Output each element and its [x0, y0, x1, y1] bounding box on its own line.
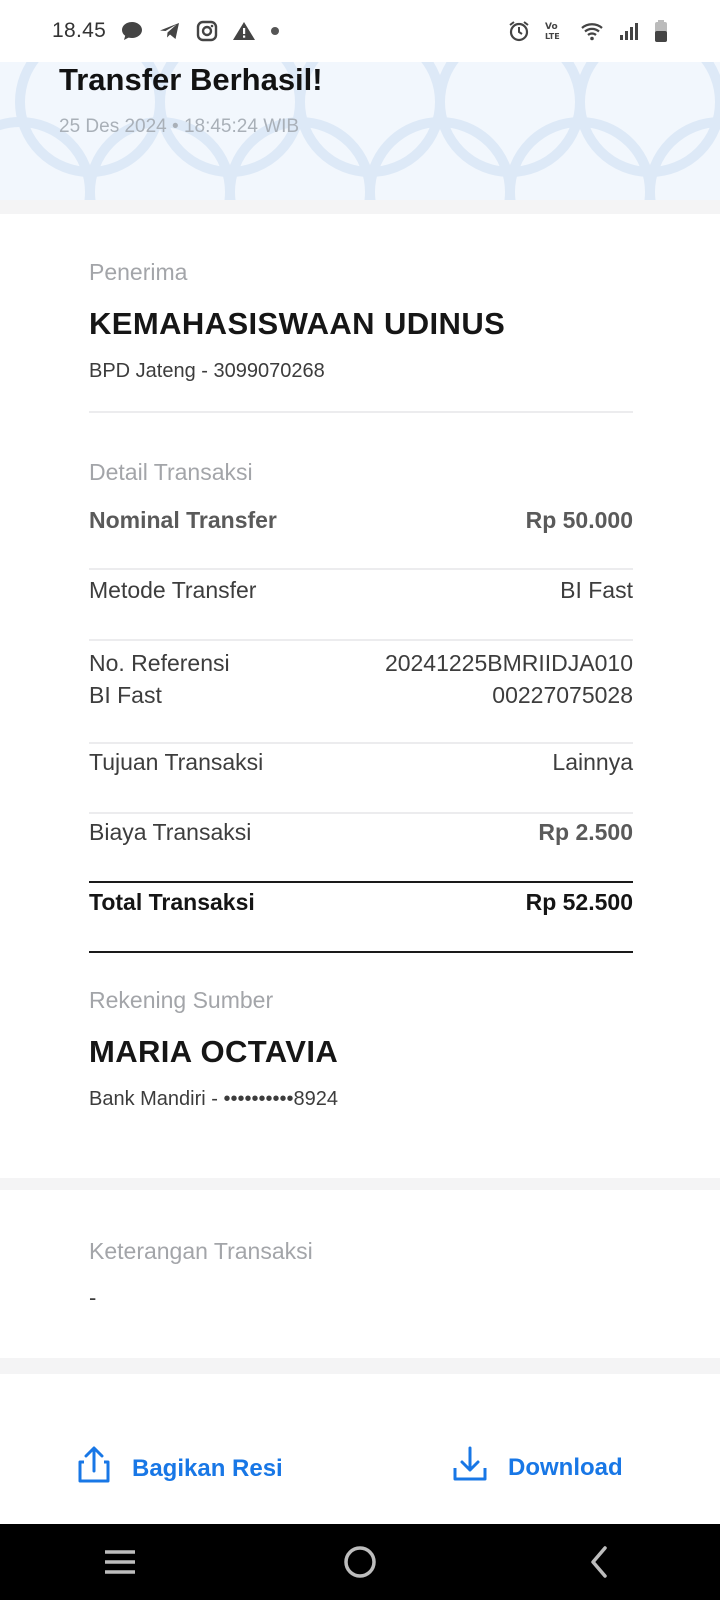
- recipient-section: Penerima KEMAHASISWAAN UDINUS BPD Jateng…: [89, 259, 633, 383]
- purpose-label: Tujuan Transaksi: [89, 749, 264, 775]
- method-value: BI Fast: [560, 577, 633, 603]
- reference-value: 20241225BMRIIDJA010 00227075028: [385, 647, 633, 711]
- divider: [89, 639, 633, 641]
- signal-icon: [618, 20, 640, 42]
- source-label: Rekening Sumber: [89, 987, 274, 1013]
- nominal-label: Nominal Transfer: [89, 507, 277, 533]
- share-icon: [76, 1446, 112, 1491]
- notes-card: Keterangan Transaksi -: [0, 1190, 720, 1358]
- volte-icon: Vo LTE: [544, 20, 566, 42]
- source-name: MARIA OCTAVIA: [89, 1034, 339, 1069]
- notes-label: Keterangan Transaksi: [89, 1238, 313, 1264]
- method-row: Metode Transfer BI Fast: [89, 577, 633, 604]
- instagram-icon: [196, 20, 218, 42]
- download-label: Download: [508, 1453, 623, 1481]
- fee-label: Biaya Transaksi: [89, 819, 252, 845]
- total-divider-bottom: [89, 951, 633, 953]
- alarm-icon: [508, 20, 530, 42]
- divider: [89, 812, 633, 814]
- divider: [89, 568, 633, 570]
- download-button[interactable]: Download: [452, 1446, 623, 1489]
- purpose-value: Lainnya: [552, 749, 633, 775]
- details-label: Detail Transaksi: [89, 459, 633, 486]
- total-label: Total Transaksi: [89, 889, 255, 915]
- details-section-label: Detail Transaksi: [89, 459, 253, 485]
- reference-label-line2: BI Fast: [89, 682, 162, 708]
- nominal-row: Nominal Transfer Rp 50.000: [89, 507, 633, 534]
- reference-label-line1: No. Referensi: [89, 650, 230, 676]
- total-divider-top: [89, 881, 633, 883]
- chat-bubble-icon: [120, 20, 144, 42]
- total-value: Rp 52.500: [525, 889, 633, 915]
- method-label: Metode Transfer: [89, 577, 257, 603]
- status-time: 18.45: [52, 19, 107, 42]
- total-row: Total Transaksi Rp 52.500: [89, 889, 633, 916]
- wifi-icon: [580, 20, 604, 42]
- download-icon: [452, 1446, 488, 1489]
- fee-row: Biaya Transaksi Rp 2.500: [89, 819, 633, 846]
- dot-icon: [270, 26, 280, 36]
- section-gap: [0, 1358, 720, 1374]
- navigation-bar: [0, 1524, 720, 1600]
- status-bar-right: Vo LTE: [508, 19, 668, 43]
- share-receipt-label: Bagikan Resi: [132, 1454, 283, 1482]
- section-gap: [0, 1178, 720, 1190]
- section-gap: [0, 200, 720, 214]
- warning-icon: [232, 20, 256, 42]
- status-bar: 18.45 Vo LTE: [0, 0, 720, 62]
- divider: [89, 742, 633, 744]
- nominal-value: Rp 50.000: [525, 507, 633, 533]
- receipt-card: Penerima KEMAHASISWAAN UDINUS BPD Jateng…: [0, 214, 720, 1178]
- recipient-account: BPD Jateng - 3099070268: [89, 360, 325, 382]
- transaction-datetime: 25 Des 2024 • 18:45:24 WIB: [59, 116, 300, 137]
- reference-row: No. Referensi BI Fast 20241225BMRIIDJA01…: [89, 647, 633, 711]
- source-account: Bank Mandiri - ••••••••••8924: [89, 1088, 339, 1110]
- svg-text:Vo: Vo: [545, 22, 558, 32]
- reference-value-line2: 00227075028: [492, 682, 633, 708]
- recipient-name: KEMAHASISWAAN UDINUS: [89, 306, 506, 341]
- purpose-row: Tujuan Transaksi Lainnya: [89, 749, 633, 776]
- source-section: Rekening Sumber MARIA OCTAVIA Bank Mandi…: [89, 987, 633, 1111]
- success-header: Transfer Berhasil! 25 Des 2024 • 18:45:2…: [0, 62, 720, 200]
- notes-value: -: [89, 1285, 97, 1310]
- reference-label: No. Referensi BI Fast: [89, 647, 230, 711]
- notes-section: Keterangan Transaksi -: [89, 1238, 633, 1311]
- page-title: Transfer Berhasil!: [59, 62, 323, 97]
- fee-value: Rp 2.500: [538, 819, 633, 845]
- battery-icon: [654, 19, 668, 43]
- svg-text:LTE: LTE: [545, 32, 560, 41]
- divider: [89, 411, 633, 413]
- telegram-icon: [158, 20, 182, 42]
- recipient-label: Penerima: [89, 259, 188, 285]
- back-icon[interactable]: [560, 1532, 640, 1592]
- status-bar-left: 18.45: [52, 19, 280, 43]
- action-bar: Bagikan Resi Download: [0, 1374, 720, 1524]
- recents-icon[interactable]: [80, 1532, 160, 1592]
- share-receipt-button[interactable]: Bagikan Resi: [76, 1446, 283, 1491]
- home-icon[interactable]: [320, 1532, 400, 1592]
- reference-value-line1: 20241225BMRIIDJA010: [384, 650, 633, 676]
